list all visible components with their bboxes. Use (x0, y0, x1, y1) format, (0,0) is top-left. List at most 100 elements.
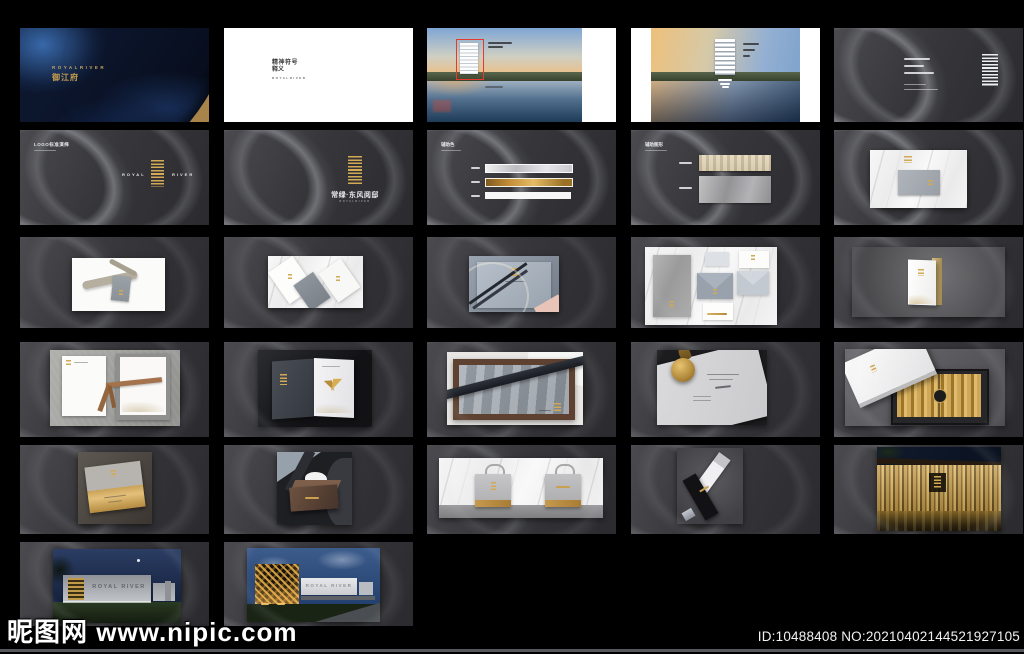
gold-mark (904, 156, 912, 163)
slide-gold-wall-signage[interactable] (834, 445, 1023, 534)
slide-driftwood-card-mockup[interactable] (20, 237, 209, 328)
slide-usb-drive-mockup[interactable] (631, 445, 820, 534)
text-line (743, 43, 759, 45)
text-line (904, 84, 926, 85)
gold-wave (707, 313, 727, 315)
document-text (693, 400, 711, 401)
tree-line (427, 72, 582, 81)
slide-logo-standard[interactable]: LOGO标准演绎 ROYAL RIVER (20, 130, 209, 225)
pattern-label (679, 187, 692, 189)
slide-business-card-mockup[interactable] (834, 130, 1023, 225)
building (715, 39, 735, 75)
mockup-photo (439, 458, 603, 518)
slide-stationery-set-mockup[interactable] (631, 237, 820, 328)
slide-title: 辅助色 (441, 142, 455, 147)
slide-letterhead-mockup[interactable] (20, 342, 209, 437)
board-logo (669, 301, 674, 308)
brand-name: ROYALRIVER (52, 65, 107, 70)
text-line (485, 86, 503, 88)
box-gold-text (305, 497, 319, 499)
annotation-box (456, 39, 484, 80)
slide-brochure-closeup-mockup[interactable] (427, 237, 616, 328)
text-line (645, 150, 667, 151)
wall-extension (359, 582, 373, 595)
ribbon-tail (107, 385, 117, 409)
slide-cover[interactable]: ROYALRIVER 御江府 (20, 28, 209, 122)
brand-caps: ROYALRIVER (339, 200, 371, 203)
moon (137, 559, 140, 562)
slide-spirit-symbol-definition[interactable]: 精神符号 释义 ROYALRIVER (224, 28, 413, 122)
slide-title: 辅助图形 (645, 142, 663, 147)
swatch-gold (485, 178, 573, 187)
lake-photo (427, 28, 582, 122)
mockup-photo (645, 247, 777, 325)
project-name: 御江府 (52, 73, 79, 82)
red-highlight (433, 100, 451, 112)
text-line (743, 49, 755, 51)
text-line (488, 42, 512, 44)
mockup-photo (677, 448, 743, 524)
slide-gift-box-mockup[interactable] (834, 342, 1023, 437)
brand-word-left: ROYAL (122, 172, 146, 177)
page-text (322, 366, 340, 367)
render-photo: ROYAL RIVER (247, 548, 380, 622)
pattern-label (679, 162, 692, 164)
swatch-label (471, 181, 480, 183)
card (110, 275, 132, 302)
text-line (34, 150, 56, 151)
slide-auxiliary-graphics[interactable]: 辅助图形 (631, 130, 820, 225)
brand-logo-gold (348, 156, 362, 185)
slide-cards-marble-mockup[interactable] (224, 237, 413, 328)
folder-wave (909, 294, 936, 304)
brand-word-right: RIVER (172, 172, 195, 177)
slide-envelope-mockup[interactable] (20, 445, 209, 534)
notecard (705, 252, 729, 266)
slide-wax-seal-mockup[interactable] (631, 342, 820, 437)
bag-gold-base (545, 500, 581, 507)
base-light (277, 603, 285, 605)
slide-butterfly-card-mockup[interactable] (224, 342, 413, 437)
gold-shutter-panel (68, 578, 84, 600)
mockup-photo (469, 256, 559, 312)
slide-logo-lockup-cn[interactable]: 常绿·东风阅邸 ROYALRIVER (224, 130, 413, 225)
brand-logo-white (982, 54, 998, 86)
mockup-photo (72, 258, 165, 311)
slide-auxiliary-colors[interactable]: 辅助色 (427, 130, 616, 225)
slide-title: LOGO标准演绎 (34, 142, 70, 147)
wall-base-glow (63, 601, 151, 603)
envelope-logo (110, 469, 117, 478)
mockup-photo (277, 452, 352, 525)
mockup-photo (258, 350, 372, 427)
text-line (904, 72, 934, 74)
business-card (898, 170, 940, 195)
slide-car-tissue-box-mockup[interactable] (224, 445, 413, 534)
mockup-photo (845, 349, 1005, 426)
bag-gold-base (475, 500, 511, 507)
mockup-photo (78, 452, 152, 524)
slide-folder-mockup[interactable] (834, 237, 1023, 328)
text-line (441, 150, 461, 151)
slide-architecture-analysis-2[interactable] (631, 28, 820, 122)
slide-wooden-box-mockup[interactable] (427, 342, 616, 437)
sidewalk (301, 596, 375, 600)
text-line (488, 46, 503, 48)
notecard-bottom (703, 303, 733, 320)
envelope-logo (713, 289, 717, 294)
box-seal (933, 389, 947, 403)
sign-totem (165, 581, 171, 601)
text-line (904, 58, 930, 60)
lake-photo (651, 28, 800, 122)
slide-tote-bag-mockup[interactable] (427, 445, 616, 534)
card-logo (751, 255, 755, 260)
card-photo (870, 150, 967, 208)
bag-logo (491, 482, 496, 490)
slide-logo-concept[interactable] (834, 28, 1023, 122)
swatch-silver (485, 164, 573, 173)
bag-gold-text (556, 486, 570, 488)
slide-architecture-analysis-1[interactable] (427, 28, 616, 122)
card-logo (928, 180, 933, 186)
document-text (707, 374, 739, 375)
pattern-sample-2 (699, 176, 771, 203)
text-line (743, 55, 750, 57)
signage-photo (877, 447, 1001, 531)
